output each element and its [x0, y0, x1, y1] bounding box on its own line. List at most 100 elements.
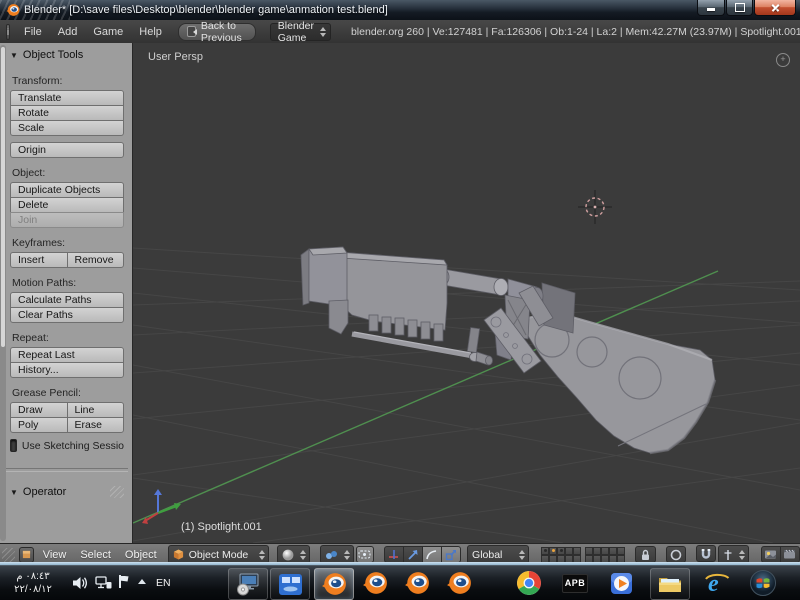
snap-toggle[interactable]: [695, 545, 716, 562]
volume-tray-icon[interactable]: [72, 575, 89, 591]
manipulator-rotate-toggle[interactable]: [403, 546, 424, 563]
grease-draw-button[interactable]: Draw: [10, 402, 68, 418]
taskbar-clock[interactable]: ٠٨:٤٣ م ٢٢/٠٨/١٢: [2, 570, 64, 596]
join-button[interactable]: Join: [10, 212, 124, 228]
menu-game[interactable]: Game: [85, 26, 131, 38]
history-button[interactable]: History...: [10, 362, 124, 378]
clear-paths-button[interactable]: Clear Paths: [10, 307, 124, 323]
menu-file[interactable]: File: [16, 26, 50, 38]
minimize-icon: [707, 8, 715, 11]
menu-view[interactable]: View: [36, 549, 74, 561]
view-name-label: User Persp: [148, 51, 204, 63]
show-hidden-icons-button[interactable]: [138, 579, 146, 584]
delete-button[interactable]: Delete: [10, 197, 124, 213]
menu-select[interactable]: Select: [73, 549, 118, 561]
language-indicator[interactable]: EN: [156, 577, 171, 589]
3d-viewport[interactable]: User Persp (1) Spotlight.001 +: [133, 43, 800, 543]
lock-icon: [641, 549, 649, 560]
blender-icon: [321, 571, 347, 597]
network-tray-icon[interactable]: [95, 575, 112, 590]
editor-type-icon[interactable]: [18, 546, 34, 563]
gun-model[interactable]: [300, 246, 717, 455]
active-object-label: (1) Spotlight.001: [181, 521, 262, 533]
dropdown-arrows-icon: [738, 549, 745, 560]
panel-drag-grip[interactable]: [110, 486, 124, 498]
proportional-edit-toggle[interactable]: [665, 546, 686, 563]
taskbar-app-media-player[interactable]: [602, 568, 640, 598]
area-corner-grip[interactable]: [2, 547, 15, 562]
taskbar-app-explorer[interactable]: [650, 568, 690, 600]
shading-sphere-icon: [282, 549, 293, 560]
operator-panel-header[interactable]: ▼ Operator: [10, 486, 124, 498]
render-image-icon: [765, 550, 777, 559]
menu-object[interactable]: Object: [118, 549, 164, 561]
menu-help[interactable]: Help: [131, 26, 170, 38]
arc-icon: [426, 549, 437, 559]
taskbar-app-chrome[interactable]: [510, 568, 548, 598]
object-tools-title: Object Tools: [22, 49, 84, 61]
taskbar-app-blender-3[interactable]: [398, 568, 436, 598]
duplicate-objects-button[interactable]: Duplicate Objects: [10, 182, 124, 198]
grease-line-button[interactable]: Line: [66, 402, 124, 418]
origin-button[interactable]: Origin: [10, 142, 124, 158]
action-center-flag-icon[interactable]: [119, 575, 129, 588]
translate-axes-icon: [389, 549, 399, 559]
grease-erase-button[interactable]: Erase: [66, 417, 124, 433]
lock-to-scene-toggle[interactable]: [635, 546, 656, 563]
render-engine-select[interactable]: Blender Game: [269, 20, 331, 44]
grease-poly-button[interactable]: Poly: [10, 417, 68, 433]
expand-panel-icon[interactable]: +: [776, 53, 790, 67]
scrollbar-thumb[interactable]: [1, 47, 5, 347]
insert-keyframe-button[interactable]: Insert: [10, 252, 68, 268]
pivot-align-toggle[interactable]: [355, 546, 375, 563]
taskbar-app-blender-4[interactable]: [440, 568, 478, 598]
maximize-button[interactable]: [726, 0, 753, 16]
info-header: i File Add Game Help Back to Previous Bl…: [0, 20, 800, 44]
scale-button[interactable]: Scale: [10, 120, 124, 136]
object-button-group: Duplicate Objects Delete Join: [10, 182, 124, 228]
repeat-label: Repeat:: [12, 332, 49, 344]
snap-increment-icon: [724, 549, 732, 560]
internet-explorer-icon: e: [705, 571, 730, 596]
folder-icon: [659, 578, 681, 592]
repeat-last-button[interactable]: Repeat Last: [10, 347, 124, 363]
close-button[interactable]: [754, 0, 796, 16]
taskbar-app-blender-active[interactable]: [314, 568, 354, 600]
layer-buttons: [541, 546, 626, 563]
object-mode-cube-icon: [173, 549, 183, 560]
taskbar-app-system-setup[interactable]: [228, 568, 268, 600]
menu-add[interactable]: Add: [50, 26, 86, 38]
translate-button[interactable]: Translate: [10, 90, 124, 106]
opengl-render-anim-button[interactable]: [779, 546, 800, 563]
start-button[interactable]: [744, 568, 782, 598]
editor-type-icon[interactable]: i: [6, 23, 10, 40]
sketching-sessions-checkbox[interactable]: [10, 439, 17, 452]
sketching-sessions-label: Use Sketching Sessio: [21, 439, 124, 452]
manipulator-arc-toggle[interactable]: [422, 546, 443, 563]
calculate-paths-button[interactable]: Calculate Paths: [10, 292, 124, 308]
pivot-align-icon: [358, 550, 371, 559]
taskbar-app-display-settings[interactable]: [270, 568, 310, 600]
manipulator-translate-toggle[interactable]: [384, 546, 405, 563]
minimize-button[interactable]: [697, 0, 725, 16]
tool-shelf-scrollbar[interactable]: [0, 45, 6, 541]
back-to-previous-button[interactable]: Back to Previous: [177, 19, 256, 44]
viewport-editor-icon: [22, 550, 30, 559]
taskbar-app-blender-2[interactable]: [356, 568, 394, 598]
rotate-button[interactable]: Rotate: [10, 105, 124, 121]
object-label: Object:: [12, 167, 46, 179]
back-to-previous-label: Back to Previous: [200, 19, 242, 44]
dropdown-arrows-icon: [319, 26, 326, 37]
opengl-render-image-button[interactable]: [760, 546, 781, 563]
taskbar-app-apb[interactable]: APB: [556, 568, 594, 598]
windows-start-orb-icon: [750, 570, 776, 596]
spotlight-object[interactable]: [578, 190, 612, 224]
layer-grid-left[interactable]: [541, 546, 582, 563]
layer-grid-right[interactable]: [585, 546, 626, 563]
manipulator-scale-toggle[interactable]: [441, 546, 462, 563]
object-tools-panel-header[interactable]: ▼ Object Tools: [10, 49, 124, 61]
remove-keyframe-button[interactable]: Remove: [66, 252, 124, 268]
blender-icon: [404, 570, 430, 596]
taskbar-app-internet-explorer[interactable]: e: [698, 568, 736, 598]
blender-icon: [362, 570, 388, 596]
